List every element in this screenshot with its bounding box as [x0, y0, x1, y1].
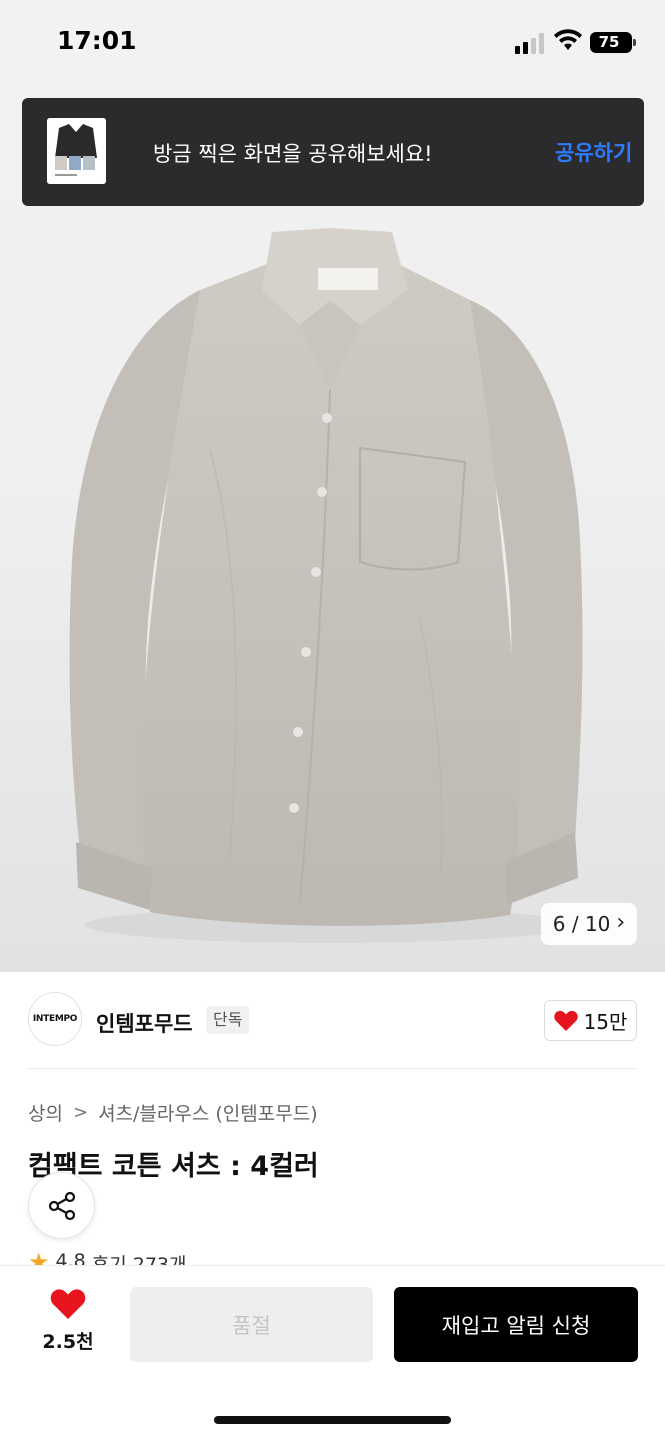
- brand-row: INTEMPO 인템포무드 단독 15만: [0, 990, 665, 1050]
- restock-alert-label: 재입고 알림 신청: [441, 1313, 591, 1338]
- toast-message: 방금 찍은 화면을 공유해보세요!: [153, 142, 433, 166]
- heart-icon: [50, 1289, 86, 1319]
- share-icon: [48, 1191, 75, 1220]
- brand-like-count: 15만: [583, 1010, 628, 1034]
- breadcrumb-subcategory[interactable]: 셔츠/블라우스 (인템포무드): [98, 1099, 318, 1126]
- status-bar: 17:01 75: [0, 0, 665, 90]
- share-button[interactable]: [28, 1172, 95, 1239]
- wishlist-button[interactable]: 2.5천: [28, 1288, 108, 1358]
- screenshot-thumbnail: [47, 118, 106, 184]
- divider: [28, 1068, 637, 1069]
- brand-name[interactable]: 인템포무드: [96, 1008, 193, 1038]
- soldout-label: 품절: [232, 1313, 271, 1338]
- restock-alert-button[interactable]: 재입고 알림 신청: [394, 1287, 638, 1362]
- chevron-right-icon: ›: [616, 910, 626, 935]
- status-time: 17:01: [57, 26, 137, 55]
- image-page-indicator[interactable]: 6 / 10 ›: [541, 903, 637, 945]
- heart-icon: [553, 1010, 578, 1031]
- battery-level: 75: [598, 33, 620, 51]
- breadcrumb-category[interactable]: 상의: [28, 1099, 63, 1126]
- brand-logo-text: INTEMPO: [32, 1014, 78, 1024]
- battery-icon: 75: [590, 32, 636, 53]
- brand-logo[interactable]: INTEMPO: [28, 992, 82, 1046]
- brand-like-button[interactable]: 15만: [544, 1000, 637, 1041]
- share-screenshot-toast[interactable]: 방금 찍은 화면을 공유해보세요! 공유하기: [22, 98, 644, 206]
- signal-icon: [515, 32, 547, 54]
- soldout-button: 품절: [130, 1287, 373, 1362]
- breadcrumb-separator-icon: >: [72, 1102, 89, 1123]
- exclusive-badge: 단독: [206, 1006, 250, 1034]
- home-indicator: [214, 1416, 451, 1424]
- share-now-button[interactable]: 공유하기: [555, 137, 632, 167]
- bottom-action-bar: 2.5천 품절 재입고 알림 신청: [0, 1265, 665, 1440]
- wifi-icon: [554, 29, 582, 50]
- page-indicator-text: 6 / 10: [552, 912, 611, 936]
- breadcrumb: 상의 > 셔츠/블라우스 (인템포무드): [28, 1099, 318, 1126]
- wishlist-count: 2.5천: [42, 1331, 94, 1353]
